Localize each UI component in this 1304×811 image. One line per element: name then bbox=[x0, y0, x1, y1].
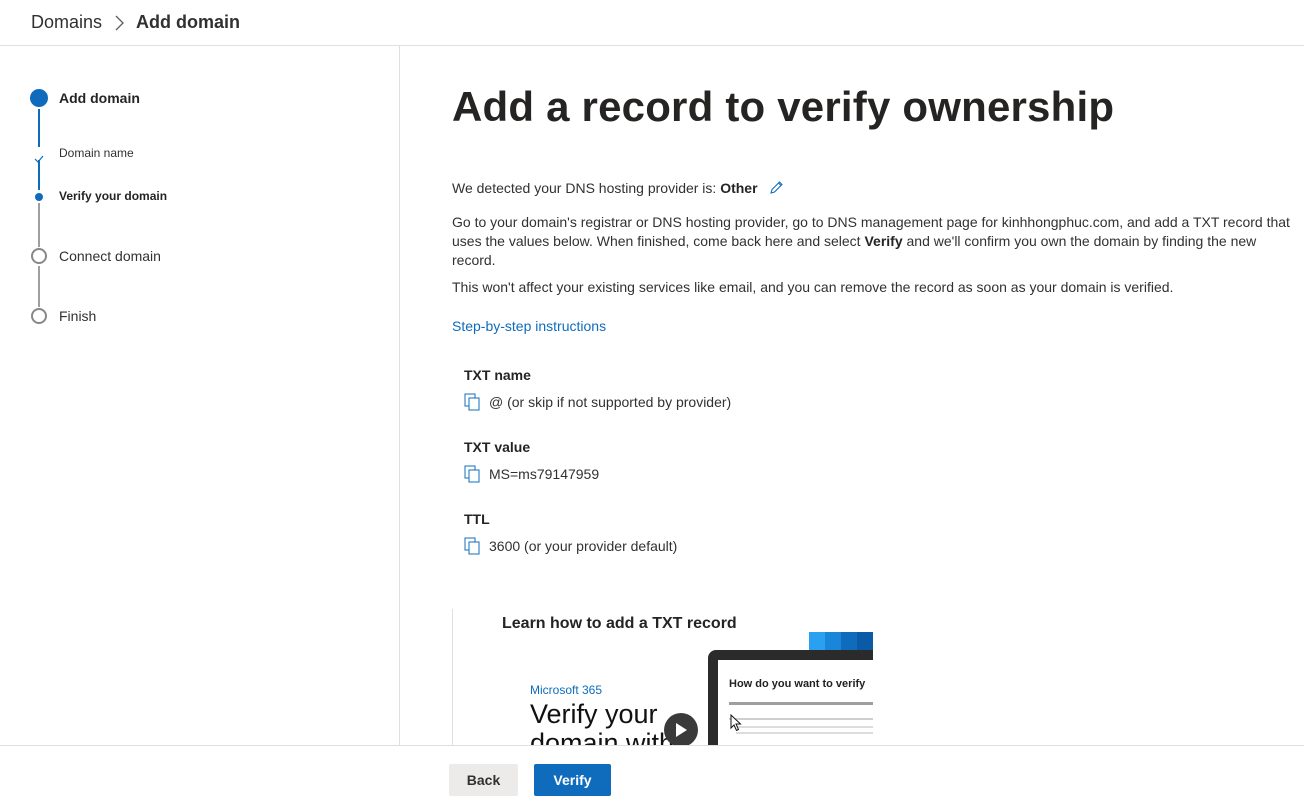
instructions-verify-bold: Verify bbox=[864, 233, 903, 249]
breadcrumb-current: Add domain bbox=[136, 12, 241, 32]
copy-icon[interactable] bbox=[464, 537, 480, 555]
video-thumbnail[interactable]: Microsoft 365 Verify your domain with Ho… bbox=[502, 632, 873, 745]
step-add-domain: Add domain bbox=[59, 90, 140, 106]
edit-pencil-icon[interactable] bbox=[769, 180, 784, 200]
substep-verify-domain: Verify your domain bbox=[59, 189, 168, 203]
substep-domain-name: Domain name bbox=[59, 146, 134, 160]
thumbnail-heading: Verify your domain with bbox=[530, 699, 675, 746]
instructions-text: Go to your domain's registrar or DNS hos… bbox=[452, 213, 1297, 270]
dns-provider-line: We detected your DNS hosting provider is… bbox=[452, 179, 1297, 200]
step-pending-indicator bbox=[31, 248, 47, 264]
screen-line bbox=[729, 718, 873, 720]
page-title: Add a record to verify ownership bbox=[452, 83, 1115, 130]
cursor-pointer-icon bbox=[730, 713, 742, 737]
record-value-txt-name: @ (or skip if not supported by provider) bbox=[489, 394, 732, 410]
copy-icon[interactable] bbox=[464, 393, 480, 411]
play-button-icon[interactable] bbox=[664, 713, 698, 745]
video-card: Learn how to add a TXT record Microsoft … bbox=[452, 609, 873, 745]
step-connector bbox=[38, 109, 40, 147]
step-by-step-link[interactable]: Step-by-step instructions bbox=[452, 318, 606, 334]
record-row-ttl: 3600 (or your provider default) bbox=[464, 537, 677, 555]
record-value-ttl: 3600 (or your provider default) bbox=[489, 538, 678, 554]
step-connector bbox=[38, 266, 40, 307]
dns-provider-name: Other bbox=[720, 180, 758, 196]
breadcrumb-domains-link[interactable]: Domains bbox=[31, 12, 102, 33]
screen-line bbox=[729, 702, 873, 705]
step-connector bbox=[38, 203, 40, 247]
back-button[interactable]: Back bbox=[449, 764, 518, 796]
step-current-indicator bbox=[30, 89, 48, 107]
note-text: This won't affect your existing services… bbox=[452, 279, 1174, 295]
record-label-txt-value: TXT value bbox=[464, 439, 531, 455]
wizard-stepper: Add domain Domain name Verify your domai… bbox=[0, 46, 400, 746]
thumbnail-brand: Microsoft 365 bbox=[530, 683, 603, 697]
checkmark-icon bbox=[34, 150, 44, 168]
record-label-txt-name: TXT name bbox=[464, 367, 531, 383]
substep-current-indicator bbox=[35, 193, 43, 201]
thumbnail-heading-line2: domain with bbox=[530, 728, 675, 746]
screen-line bbox=[736, 732, 873, 734]
chevron-right-icon bbox=[114, 15, 124, 31]
thumbnail-heading-line1: Verify your bbox=[530, 699, 658, 729]
record-value-txt-value: MS=ms79147959 bbox=[489, 466, 600, 482]
record-row-txt-name: @ (or skip if not supported by provider) bbox=[464, 393, 731, 411]
record-row-txt-value: MS=ms79147959 bbox=[464, 465, 599, 483]
step-connect-domain: Connect domain bbox=[59, 248, 161, 264]
laptop-screen-title: How do you want to verify bbox=[729, 678, 866, 690]
record-label-ttl: TTL bbox=[464, 511, 490, 527]
video-title: Learn how to add a TXT record bbox=[502, 615, 737, 632]
footer-bar: Back Verify bbox=[0, 745, 1304, 811]
main-content: Add a record to verify ownership We dete… bbox=[401, 46, 1304, 745]
verify-button[interactable]: Verify bbox=[534, 764, 611, 796]
copy-icon[interactable] bbox=[464, 465, 480, 483]
breadcrumb: Domains Add domain bbox=[0, 0, 1304, 46]
step-pending-indicator bbox=[31, 308, 47, 324]
step-finish: Finish bbox=[59, 308, 97, 324]
dns-provider-prefix: We detected your DNS hosting provider is… bbox=[452, 180, 721, 196]
thumbnail-color-strip bbox=[809, 632, 873, 650]
screen-line bbox=[736, 726, 873, 728]
